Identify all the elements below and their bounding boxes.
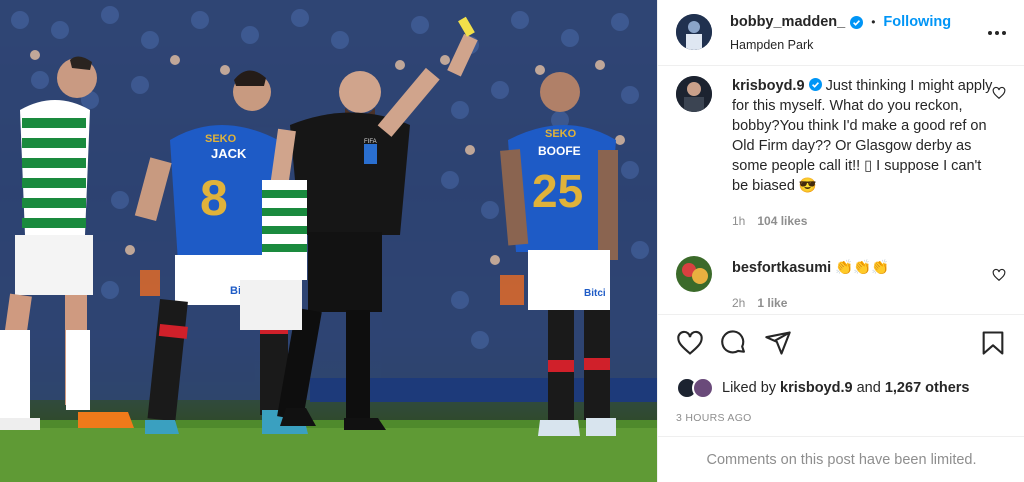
jersey-name-right: BOOFE bbox=[538, 144, 581, 158]
commenter-avatar[interactable] bbox=[676, 76, 712, 112]
comment-item: krisboyd.9 Just thinking I might apply f… bbox=[676, 76, 1006, 246]
jersey-sponsor-right: SEKO bbox=[545, 128, 577, 140]
separator-dot: • bbox=[871, 15, 876, 29]
liked-by-avatars bbox=[676, 377, 718, 399]
comments-limited-notice: Comments on this post have been limited. bbox=[658, 436, 1024, 482]
comment-text: 👏👏👏 bbox=[835, 260, 890, 276]
post-location[interactable]: Hampden Park bbox=[730, 38, 813, 52]
comment-meta: 2h 1 like bbox=[732, 296, 787, 310]
post-timestamp[interactable]: 3 HOURS AGO bbox=[676, 412, 752, 424]
post-header: bobby_madden_ • Following Hampden Park bbox=[658, 0, 1024, 66]
comment-bubble-icon[interactable] bbox=[720, 329, 748, 362]
liked-by-prefix: Liked by bbox=[722, 380, 777, 396]
save-bookmark-icon[interactable] bbox=[979, 329, 1007, 362]
jersey-number-right: 25 bbox=[532, 165, 583, 217]
share-send-icon[interactable] bbox=[764, 329, 792, 362]
comment-likes[interactable]: 1 like bbox=[757, 296, 787, 310]
verified-badge-icon bbox=[808, 77, 822, 91]
shorts-sponsor-right: Bitci bbox=[584, 288, 606, 299]
jersey-number-left: 8 bbox=[200, 170, 228, 226]
comment-likes[interactable]: 104 likes bbox=[757, 214, 807, 228]
liked-by-and: and bbox=[856, 380, 881, 396]
comment-meta: 1h 104 likes bbox=[732, 214, 807, 228]
action-icon-row bbox=[676, 329, 792, 362]
comments-list: krisboyd.9 Just thinking I might apply f… bbox=[658, 66, 1024, 314]
author-avatar[interactable] bbox=[676, 14, 712, 50]
comment-like-heart-icon[interactable] bbox=[992, 268, 1006, 282]
author-line: bobby_madden_ • Following bbox=[730, 14, 951, 30]
jersey-name-left: JACK bbox=[211, 146, 247, 161]
author-username[interactable]: bobby_madden_ bbox=[730, 14, 845, 30]
liked-by-line: Liked by krisboyd.9 and 1,267 others bbox=[676, 377, 969, 399]
liker-avatar bbox=[692, 377, 714, 399]
comment-item: besfortkasumi 👏👏👏 2h 1 like bbox=[676, 256, 1006, 316]
post-photo: SEKO JACK 8 Bitci FIFA bbox=[0, 0, 657, 482]
comment-body: besfortkasumi 👏👏👏 bbox=[732, 258, 1000, 278]
liked-by-others[interactable]: 1,267 others bbox=[885, 380, 970, 396]
comment-like-heart-icon[interactable] bbox=[992, 86, 1006, 100]
following-button[interactable]: Following bbox=[883, 14, 951, 30]
comment-body: krisboyd.9 Just thinking I might apply f… bbox=[732, 76, 1000, 196]
fifa-badge-label: FIFA bbox=[364, 139, 377, 145]
commenter-avatar[interactable] bbox=[676, 256, 712, 292]
jersey-sponsor: SEKO bbox=[205, 133, 237, 145]
commenter-username[interactable]: krisboyd.9 bbox=[732, 78, 805, 94]
more-options-icon[interactable] bbox=[987, 20, 1007, 41]
fifa-badge bbox=[364, 144, 377, 164]
post-side-panel: bobby_madden_ • Following Hampden Park k… bbox=[657, 0, 1024, 482]
liked-by-user[interactable]: krisboyd.9 bbox=[780, 380, 853, 396]
comment-time[interactable]: 1h bbox=[732, 214, 745, 228]
comment-time[interactable]: 2h bbox=[732, 296, 745, 310]
like-heart-icon[interactable] bbox=[676, 329, 704, 362]
football-scene: SEKO JACK 8 Bitci FIFA bbox=[0, 0, 657, 482]
comment-text: Just thinking I might apply for this mys… bbox=[732, 78, 993, 194]
commenter-username[interactable]: besfortkasumi bbox=[732, 260, 831, 276]
post-actions: Liked by krisboyd.9 and 1,267 others 3 H… bbox=[658, 314, 1024, 436]
verified-badge-icon bbox=[850, 15, 864, 29]
